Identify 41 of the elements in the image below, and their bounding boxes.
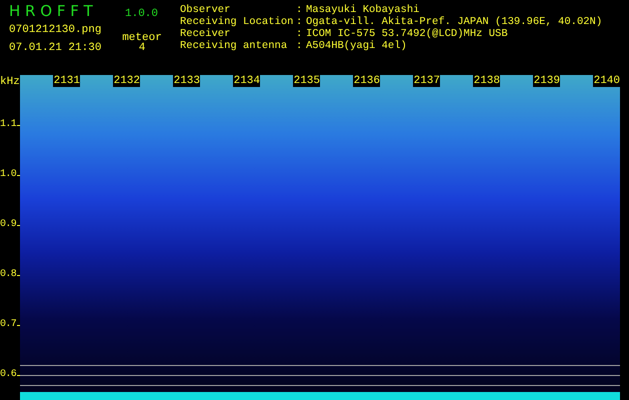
time-label: 2131 xyxy=(52,75,80,87)
meteor-count: 4 xyxy=(138,42,146,56)
time-label: 2140 xyxy=(592,75,620,87)
info-label: Observer xyxy=(180,4,232,16)
frequency-label: 0.9 xyxy=(0,219,16,231)
time-label: 2132 xyxy=(112,75,140,87)
info-value: Ogata-vill. Akita-Pref. JAPAN (139.96E, 40.02N) xyxy=(306,16,602,28)
info-value: A504HB(yagi 4el) xyxy=(306,40,408,52)
axis-tick xyxy=(17,375,20,376)
time-label: 2139 xyxy=(532,75,560,87)
colon-separator: : xyxy=(296,28,304,40)
date-time: 07.01.21 21:30 xyxy=(9,42,102,56)
time-label: 2136 xyxy=(352,75,380,87)
frequency-label: 1.1 xyxy=(0,119,16,131)
frequency-label: 0.8 xyxy=(0,269,16,281)
time-label: 2133 xyxy=(172,75,200,87)
info-label: Receiving antenna xyxy=(180,40,288,52)
time-label: 2135 xyxy=(292,75,320,87)
time-label: 2137 xyxy=(412,75,440,87)
axis-tick xyxy=(17,125,20,126)
info-label: Receiver xyxy=(180,28,232,40)
time-label: 2138 xyxy=(472,75,500,87)
info-value: Masayuki Kobayashi xyxy=(306,4,420,16)
time-label: 2134 xyxy=(232,75,260,87)
meteor-label: meteor xyxy=(121,31,163,42)
colon-separator: : xyxy=(296,4,304,16)
axis-tick xyxy=(17,175,20,176)
info-label: Receiving Location xyxy=(180,16,294,28)
colon-separator: : xyxy=(296,16,304,28)
axis-tick xyxy=(17,275,20,276)
axis-tick xyxy=(17,225,20,226)
file-name: 0701212130.png xyxy=(9,24,102,38)
version-label: 1.0.0 xyxy=(125,8,158,20)
colon-separator: : xyxy=(296,40,304,52)
frequency-label: 1.0 xyxy=(0,169,16,181)
frequency-label: 0.6 xyxy=(0,369,16,381)
info-value: ICOM IC-575 53.7492(@LCD)MHz USB xyxy=(306,28,509,40)
axis-unit: kHz xyxy=(0,76,20,88)
axis-tick xyxy=(17,325,20,326)
frequency-label: 0.7 xyxy=(0,319,16,331)
app-title: H R O F F T xyxy=(9,2,94,20)
